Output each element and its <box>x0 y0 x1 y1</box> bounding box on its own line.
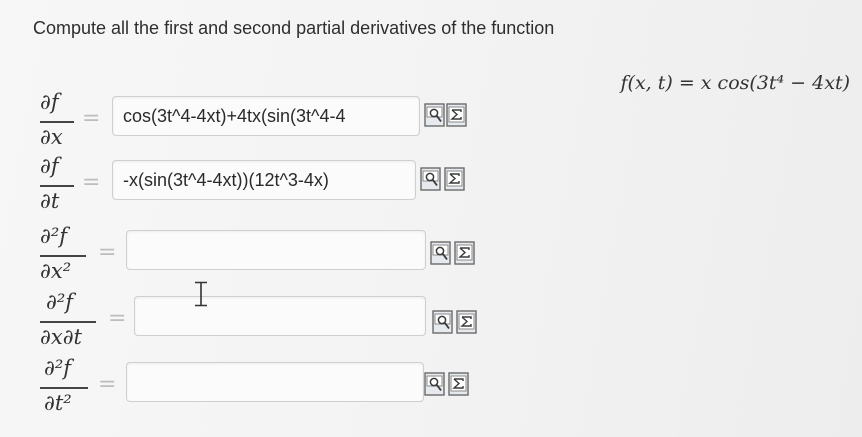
answer-input-d2f-dt2[interactable] <box>126 362 424 402</box>
answer-input-df-dt[interactable]: -x(sin(3t^4-4xt))(12t^3-4x) <box>112 160 416 200</box>
preview-icon[interactable] <box>424 103 445 127</box>
fraction-bar <box>40 387 88 389</box>
derivative-numerator: ∂²f <box>46 290 74 314</box>
preview-icon[interactable] <box>424 372 445 396</box>
preview-icon[interactable] <box>420 167 441 191</box>
derivative-denominator: ∂x² <box>40 259 72 283</box>
derivative-numerator: ∂²f <box>44 356 72 380</box>
derivative-denominator: ∂x∂t <box>40 325 82 349</box>
equals-sign: = <box>98 240 117 265</box>
sigma-icon[interactable] <box>454 241 475 265</box>
answer-input-d2f-dx2[interactable] <box>126 230 426 270</box>
equals-sign: = <box>98 372 117 397</box>
answer-input-d2f-dxdt[interactable] <box>134 296 426 336</box>
sigma-icon[interactable] <box>446 103 467 127</box>
equals-sign: = <box>82 106 101 131</box>
derivative-denominator: ∂t <box>40 189 60 213</box>
fraction-bar <box>40 121 74 123</box>
answer-row-df-dt: ∂f ∂t = -x(sin(3t^4-4xt))(12t^3-4x) <box>0 150 862 220</box>
answer-input-df-dx[interactable]: cos(3t^4-4xt)+4tx(sin(3t^4-4 <box>112 96 420 136</box>
answer-row-d2f-dxdt: ∂²f ∂x∂t = <box>0 286 862 356</box>
answer-row-d2f-dx2: ∂²f ∂x² = <box>0 220 862 290</box>
text-cursor-icon <box>193 281 209 307</box>
derivative-denominator: ∂x <box>40 125 63 149</box>
derivative-numerator: ∂f <box>40 90 59 114</box>
fraction-bar <box>40 255 86 257</box>
sigma-icon[interactable] <box>448 372 469 396</box>
answer-row-df-dx: ∂f ∂x = cos(3t^4-4xt)+4tx(sin(3t^4-4 <box>0 86 862 156</box>
answer-row-d2f-dt2: ∂²f ∂t² = <box>0 352 862 422</box>
fraction-bar <box>40 185 74 187</box>
sigma-icon[interactable] <box>456 310 477 334</box>
derivative-denominator: ∂t² <box>44 391 72 415</box>
derivative-label: ∂²f ∂t² <box>40 352 104 422</box>
fraction-bar <box>40 321 96 323</box>
equals-sign: = <box>82 170 101 195</box>
derivative-numerator: ∂²f <box>40 224 68 248</box>
derivative-label: ∂²f ∂x∂t <box>40 286 104 356</box>
derivative-label: ∂²f ∂x² <box>40 220 104 290</box>
preview-icon[interactable] <box>432 310 453 334</box>
sigma-icon[interactable] <box>444 167 465 191</box>
question-prompt: Compute all the first and second partial… <box>33 18 555 38</box>
equals-sign: = <box>108 306 127 331</box>
derivative-numerator: ∂f <box>40 154 59 178</box>
preview-icon[interactable] <box>430 241 451 265</box>
